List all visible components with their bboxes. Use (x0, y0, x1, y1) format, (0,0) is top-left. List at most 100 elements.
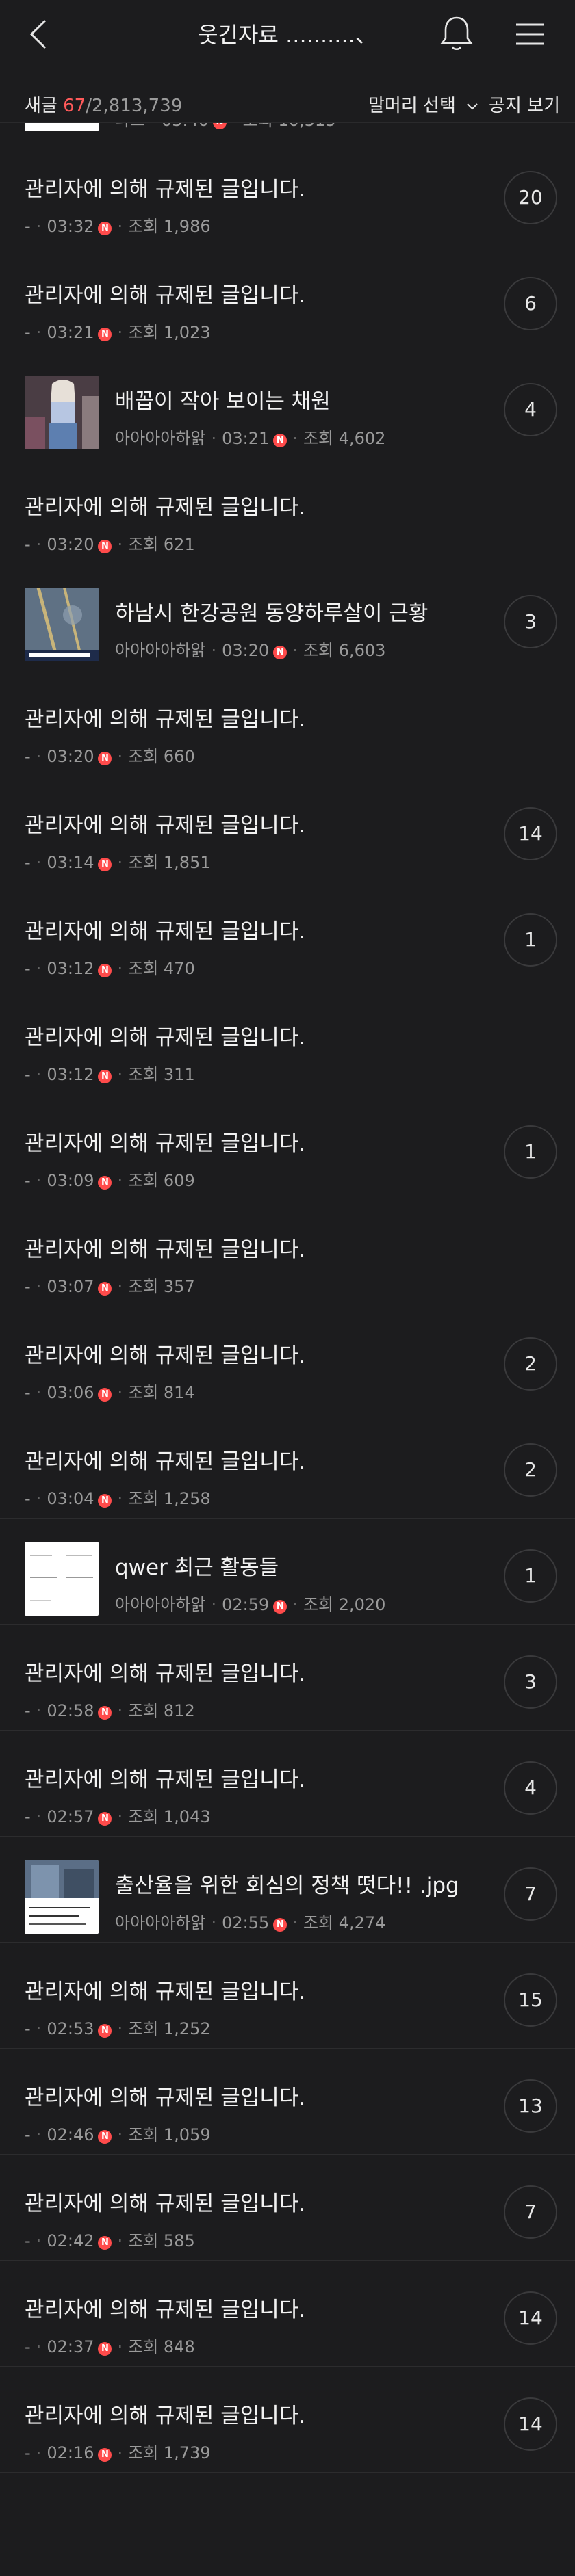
comment-count-badge[interactable]: 2 (504, 1337, 557, 1391)
post-title[interactable]: 하남시 한강공원 동양하루살이 근황 (115, 596, 428, 627)
meta-separator: · (117, 1701, 123, 1720)
post-author: 아아아아하앍 (115, 429, 206, 448)
comment-count-badge[interactable]: 14 (504, 807, 557, 860)
post-row[interactable]: 관리자에 의해 규제된 글입니다. - · 03:21 N · 조회 1,023 6 (0, 246, 575, 352)
app-header: 웃긴자료 ..........、 (0, 0, 575, 68)
post-row[interactable]: 관리자에 의해 규제된 글입니다. - · 02:53 N · 조회 1,252 15 (0, 1943, 575, 2049)
post-title[interactable]: 관리자에 의해 규제된 글입니다. (25, 172, 305, 202)
comment-count-badge[interactable]: 1 (504, 1125, 557, 1179)
post-title[interactable]: 관리자에 의해 규제된 글입니다. (25, 914, 305, 945)
post-author: - (25, 1701, 31, 1720)
post-title[interactable]: 관리자에 의해 규제된 글입니다. (25, 1656, 305, 1687)
post-title[interactable]: 관리자에 의해 규제된 글입니다. (25, 2398, 305, 2429)
comment-count-badge[interactable]: 20 (504, 171, 557, 224)
bell-icon[interactable] (435, 12, 478, 55)
post-row[interactable]: 관리자에 의해 규제된 글입니다. - · 03:12 N · 조회 311 (0, 988, 575, 1094)
post-row[interactable]: 관리자에 의해 규제된 글입니다. - · 03:09 N · 조회 609 1 (0, 1094, 575, 1200)
comment-count-badge[interactable]: 4 (504, 1761, 557, 1815)
meta-separator: · (36, 853, 42, 872)
post-row[interactable]: 관리자에 의해 규제된 글입니다. - · 03:14 N · 조회 1,851 14 (0, 776, 575, 882)
category-filter-label: 말머리 선택 (368, 96, 456, 116)
meta-separator: · (36, 1277, 42, 1296)
comment-count-badge[interactable]: 6 (504, 277, 557, 330)
post-row[interactable]: 관리자에 의해 규제된 글입니다. - · 02:46 N · 조회 1,059 13 (0, 2049, 575, 2155)
comment-count-badge[interactable]: 13 (504, 2079, 557, 2133)
comment-count-badge[interactable]: 14 (504, 2291, 557, 2345)
post-row[interactable]: 관리자에 의해 규제된 글입니다. - · 02:57 N · 조회 1,043 4 (0, 1731, 575, 1837)
post-views: 조회 814 (128, 1383, 195, 1402)
meta-separator: · (117, 323, 123, 342)
post-title[interactable]: 관리자에 의해 규제된 글입니다. (25, 808, 305, 839)
post-title[interactable]: 관리자에 의해 규제된 글입니다. (25, 2186, 305, 2217)
comment-count-badge[interactable]: 15 (504, 1973, 557, 2027)
meta-separator: · (117, 1489, 123, 1508)
category-filter-dropdown[interactable]: 말머리 선택 (368, 92, 479, 117)
post-row[interactable]: 관리자에 의해 규제된 글입니다. - · 03:06 N · 조회 814 2 (0, 1306, 575, 1412)
post-title[interactable]: 관리자에 의해 규제된 글입니다. (25, 1338, 305, 1369)
new-badge-icon: N (98, 2448, 112, 2462)
post-time: 03:09 (47, 1171, 94, 1190)
post-row[interactable]: 관리자에 의해 규제된 글입니다. - · 03:20 N · 조회 621 (0, 458, 575, 564)
post-title[interactable]: 관리자에 의해 규제된 글입니다. (25, 1232, 305, 1263)
meta-separator: · (36, 1807, 42, 1826)
comment-count-badge[interactable]: 1 (504, 913, 557, 967)
meta-separator: · (36, 2443, 42, 2462)
post-row[interactable]: 관리자에 의해 규제된 글입니다. - · 03:12 N · 조회 470 1 (0, 882, 575, 988)
post-author: - (25, 2443, 31, 2462)
post-row[interactable]: 관리자에 의해 규제된 글입니다. - · 03:07 N · 조회 357 (0, 1200, 575, 1306)
post-title[interactable]: 출산율을 위한 회심의 정책 떳다!! .jpg (115, 1868, 459, 1899)
comment-count-badge[interactable]: 7 (504, 1867, 557, 1921)
meta-separator: · (292, 429, 298, 448)
post-row[interactable]: 배꼽이 작아 보이는 채원 아아아아하앍 · 03:21 N · 조회 4,602 4 (0, 352, 575, 458)
post-row[interactable]: 관리자에 의해 규제된 글입니다. - · 02:37 N · 조회 848 14 (0, 2261, 575, 2367)
post-title[interactable]: 관리자에 의해 규제된 글입니다. (25, 1974, 305, 2005)
new-badge-icon: N (98, 858, 112, 871)
post-title[interactable]: 관리자에 의해 규제된 글입니다. (25, 1762, 305, 1793)
comment-count-badge[interactable]: 2 (504, 1443, 557, 1497)
post-row[interactable]: 관리자에 의해 규제된 글입니다. - · 02:58 N · 조회 812 3 (0, 1625, 575, 1731)
comment-count-badge[interactable]: 4 (504, 383, 557, 436)
meta-separator: · (36, 959, 42, 978)
post-row[interactable]: 관리자에 의해 규제된 글입니다. - · 02:42 N · 조회 585 7 (0, 2155, 575, 2261)
post-time: 03:32 (47, 217, 94, 236)
comment-count-badge[interactable]: 3 (504, 595, 557, 648)
hamburger-menu-icon[interactable] (511, 15, 549, 53)
post-author: - (25, 1171, 31, 1190)
meta-separator: · (292, 1913, 298, 1932)
post-row[interactable]: 관리자에 의해 규제된 글입니다. - · 02:16 N · 조회 1,739 14 (0, 2367, 575, 2473)
post-title[interactable]: 관리자에 의해 규제된 글입니다. (25, 1020, 305, 1051)
post-row[interactable]: qwer 최근 활동들 아아아아하앍 · 02:59 N · 조회 2,020 1 (0, 1519, 575, 1625)
post-thumbnail[interactable] (25, 1860, 99, 1934)
post-row[interactable]: 관리자에 의해 규제된 글입니다. - · 03:20 N · 조회 660 (0, 670, 575, 776)
meta-separator: · (36, 1171, 42, 1190)
comment-count-badge[interactable]: 1 (504, 1549, 557, 1603)
post-thumbnail[interactable] (25, 588, 99, 661)
post-thumbnail[interactable] (25, 1542, 99, 1616)
comment-count-badge[interactable]: 14 (504, 2397, 557, 2451)
post-title[interactable]: qwer 최근 활동들 (115, 1550, 279, 1581)
post-views: 조회 1,851 (128, 853, 211, 872)
meta-separator: · (117, 1065, 123, 1084)
post-views: 조회 1,258 (128, 1489, 211, 1508)
post-title[interactable]: 관리자에 의해 규제된 글입니다. (25, 2080, 305, 2111)
post-row[interactable]: 관리자에 의해 규제된 글입니다. - · 03:04 N · 조회 1,258 2 (0, 1412, 575, 1519)
post-row[interactable]: 출산율을 위한 회심의 정책 떳다!! .jpg 아아아아하앍 · 02:55 N · 조회… (0, 1837, 575, 1943)
post-thumbnail[interactable] (25, 376, 99, 449)
post-author: - (25, 2231, 31, 2250)
post-title[interactable]: 관리자에 의해 규제된 글입니다. (25, 1126, 305, 1157)
comment-count-badge[interactable]: 7 (504, 2185, 557, 2239)
meta-separator: · (292, 1595, 298, 1614)
post-title[interactable]: 관리자에 의해 규제된 글입니다. (25, 490, 305, 521)
notice-view-button[interactable]: 공지 보기 (489, 92, 560, 117)
comment-count-badge[interactable]: 3 (504, 1655, 557, 1709)
post-row[interactable]: 관리자에 의해 규제된 글입니다. - · 03:32 N · 조회 1,986 20 (0, 140, 575, 246)
total-posts-count: /2,813,739 (86, 96, 183, 116)
post-title[interactable]: 관리자에 의해 규제된 글입니다. (25, 1444, 305, 1475)
post-title[interactable]: 관리자에 의해 규제된 글입니다. (25, 2292, 305, 2323)
post-title[interactable]: 관리자에 의해 규제된 글입니다. (25, 702, 305, 733)
post-title[interactable]: 배꼽이 작아 보이는 채원 (115, 384, 331, 415)
post-row[interactable]: 하남시 한강공원 동양하루살이 근황 아아아아하앍 · 03:20 N · 조회 6,603… (0, 564, 575, 670)
meta-separator: · (36, 217, 42, 236)
meta-separator: · (117, 2337, 123, 2356)
post-title[interactable]: 관리자에 의해 규제된 글입니다. (25, 278, 305, 308)
